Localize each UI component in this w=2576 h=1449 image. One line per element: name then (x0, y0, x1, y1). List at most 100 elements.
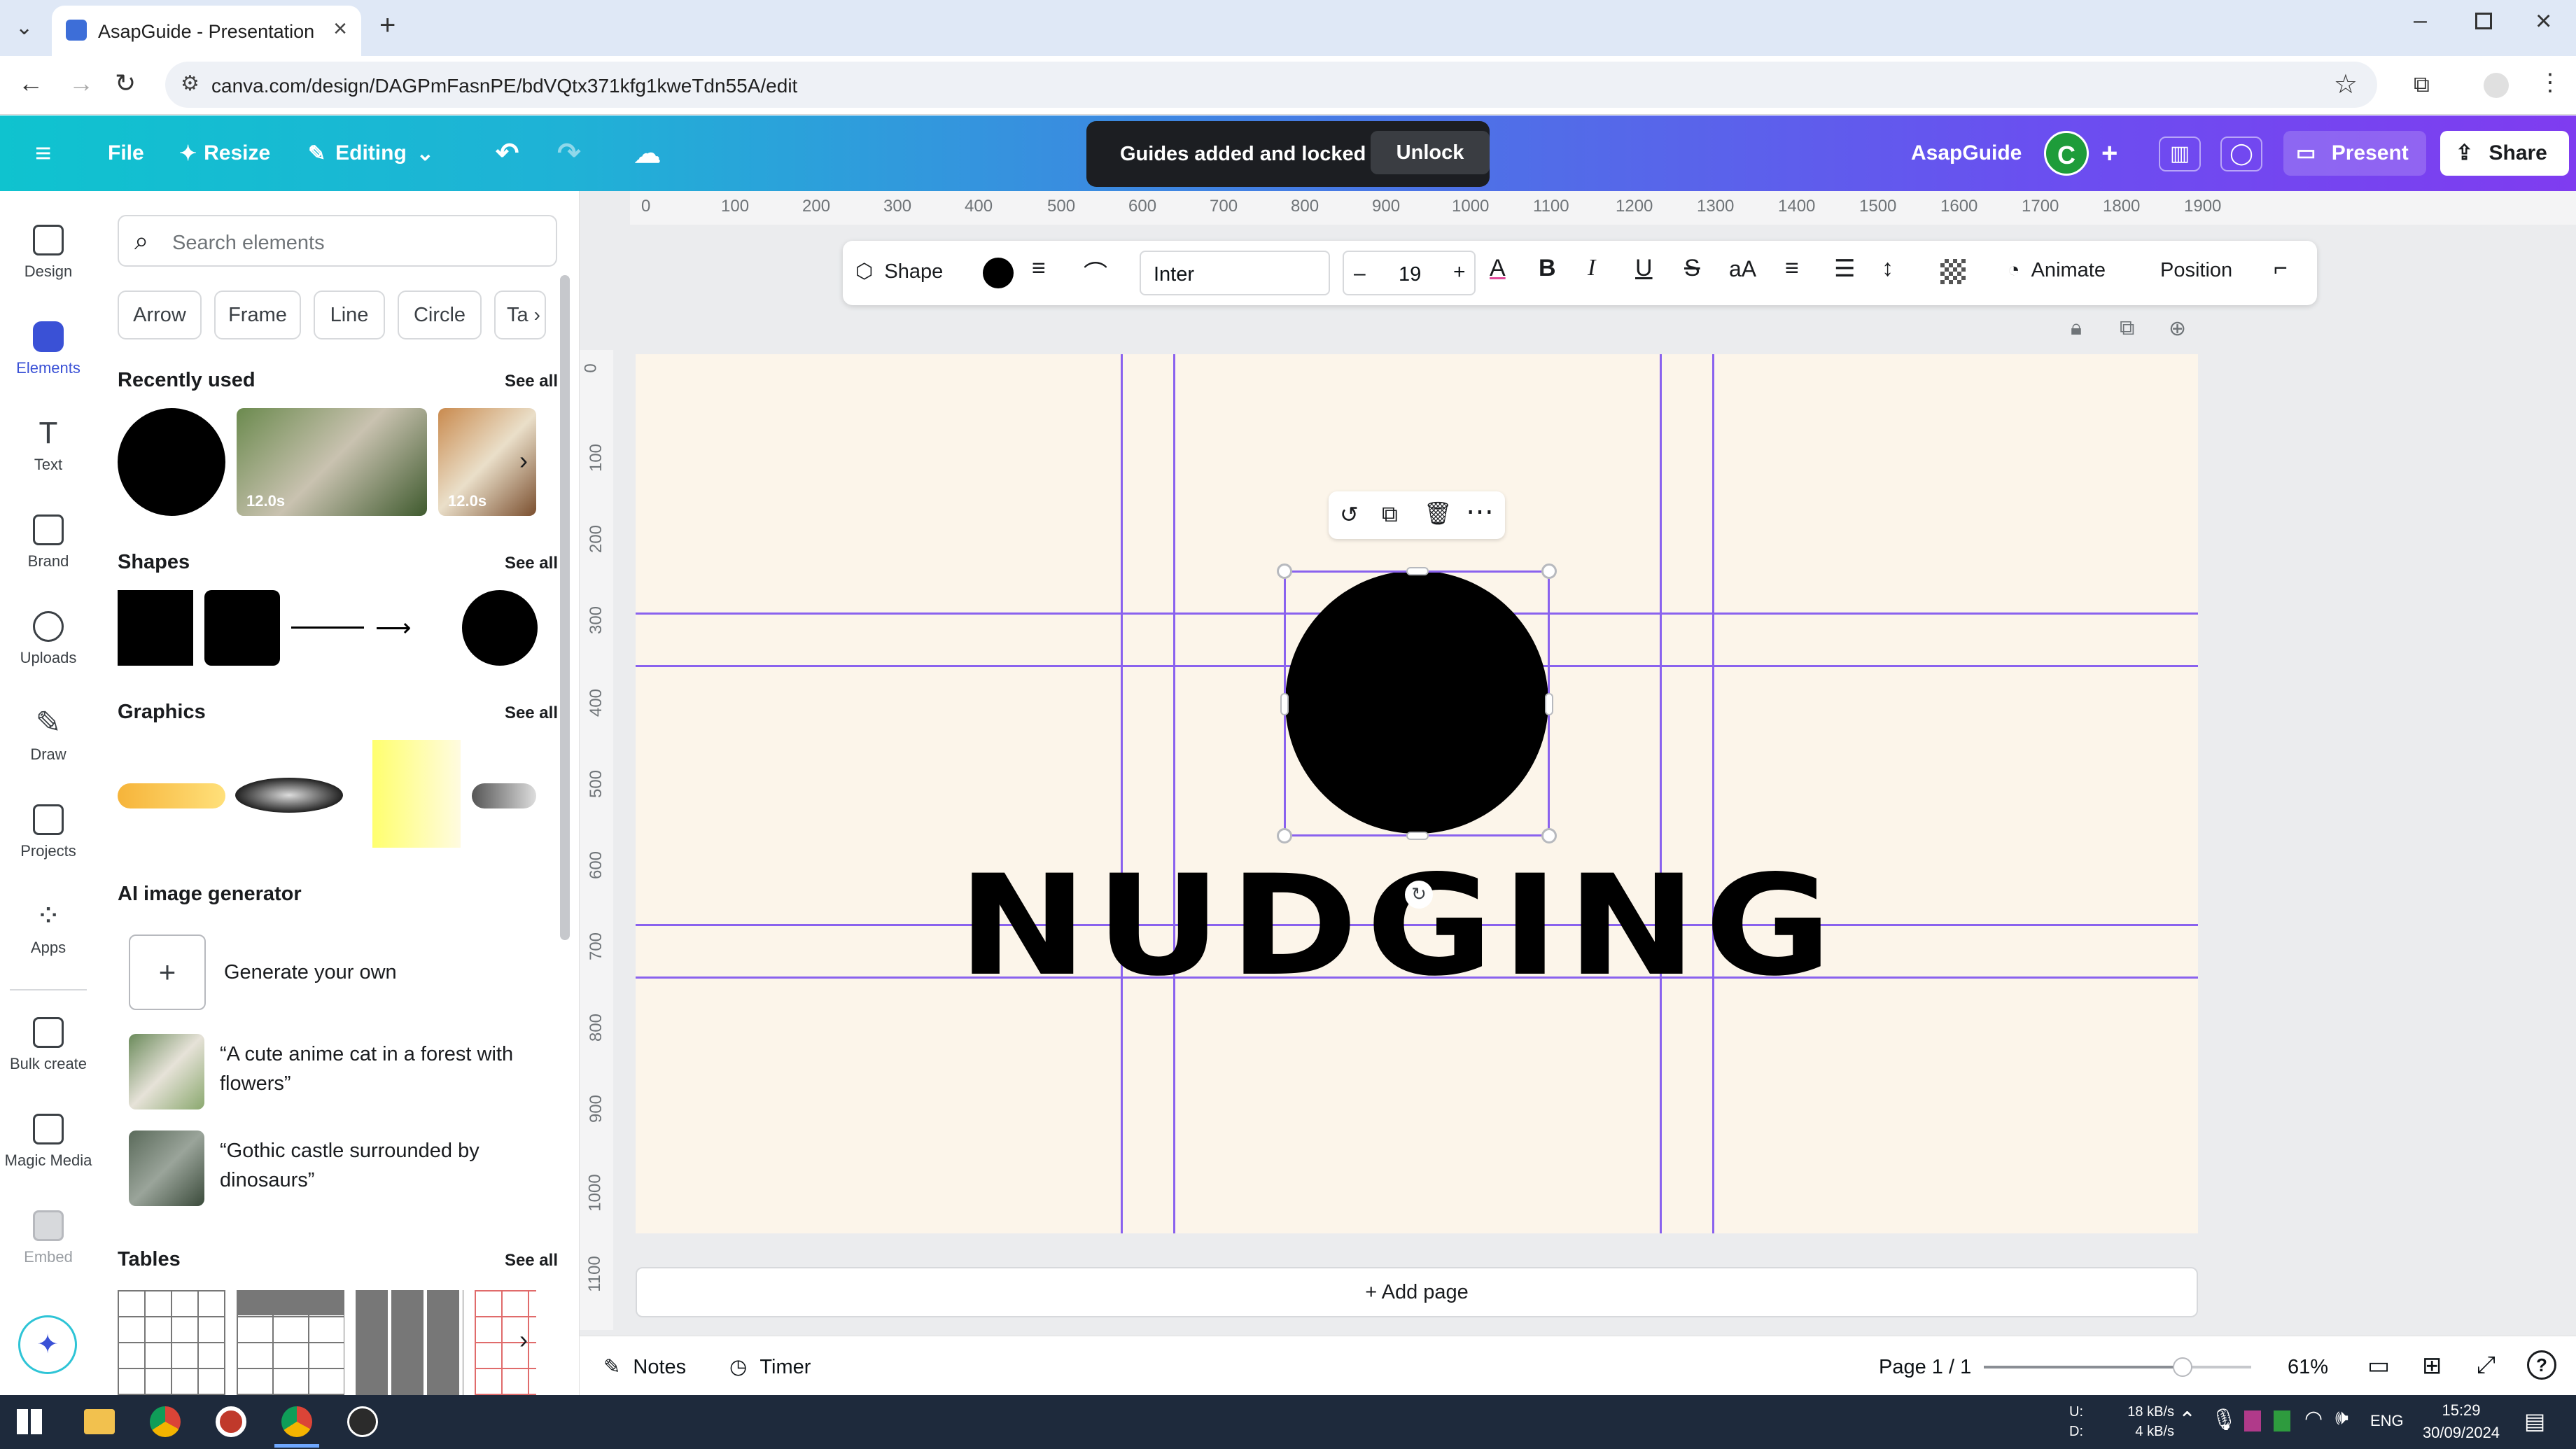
shape-menu-button[interactable]: ⬡ Shape (855, 259, 943, 284)
resize-handle[interactable] (1541, 828, 1557, 844)
file-menu-button[interactable]: File (108, 115, 144, 191)
browser-menu-icon[interactable]: ⋮ (2538, 69, 2562, 97)
fullscreen-icon[interactable]: ⤢ (2477, 1352, 2496, 1379)
bold-icon[interactable]: B (1539, 255, 1556, 282)
chip-circle[interactable]: Circle (398, 290, 482, 340)
table-thumbnail[interactable] (356, 1290, 463, 1395)
share-button[interactable]: ⇪ Share (2440, 131, 2569, 176)
rail-design[interactable]: Design (0, 225, 97, 281)
font-size-stepper[interactable]: – 19 + (1343, 251, 1476, 295)
zoom-slider-thumb[interactable] (2173, 1357, 2192, 1377)
back-icon[interactable]: ← (18, 69, 43, 98)
file-explorer-icon[interactable] (84, 1409, 115, 1434)
tray-chevron-icon[interactable]: ⌃ (2178, 1408, 2196, 1432)
notifications-icon[interactable]: ▤ (2524, 1408, 2545, 1434)
resize-handle[interactable] (1277, 564, 1292, 579)
generate-your-own-button[interactable]: + (129, 934, 206, 1010)
page-indicator[interactable]: Page 1 / 1 (1879, 1356, 1971, 1379)
chrome-active-icon[interactable] (281, 1406, 312, 1437)
extensions-icon[interactable]: ⧉ (2414, 71, 2430, 98)
font-size-decrease[interactable]: – (1354, 262, 1366, 286)
rail-embed[interactable]: Embed (0, 1210, 97, 1266)
insights-icon[interactable]: ▥ (2159, 136, 2201, 172)
rotate-handle-icon[interactable]: ↻ (1405, 881, 1433, 909)
rail-draw[interactable]: ✎ Draw (0, 708, 97, 764)
profile-avatar-icon[interactable] (2484, 73, 2509, 98)
rail-bulk-create[interactable]: Bulk create (0, 1017, 97, 1073)
restore-icon[interactable] (2475, 13, 2492, 29)
font-size-increase[interactable]: + (1453, 260, 1466, 284)
line-shape[interactable] (291, 626, 364, 629)
ai-prompt-1[interactable]: “A cute anime cat in a forest with flowe… (220, 1040, 528, 1098)
resize-handle[interactable] (1280, 693, 1289, 715)
close-tab-icon[interactable]: × (333, 15, 347, 43)
resize-button[interactable]: ✦ Resize (179, 115, 270, 191)
shapes-see-all[interactable]: See all (505, 554, 558, 573)
generate-your-own-label[interactable]: Generate your own (224, 961, 397, 984)
timer-button[interactable]: ◷ Timer (729, 1354, 811, 1379)
chrome-icon[interactable] (150, 1406, 181, 1437)
nudging-text[interactable]: NUDGING (958, 857, 1992, 995)
wifi-icon[interactable]: ◠ (2304, 1406, 2323, 1431)
rail-uploads[interactable]: Uploads (0, 611, 97, 667)
site-info-icon[interactable]: ⚙ (181, 71, 200, 96)
recorder-icon[interactable] (216, 1406, 246, 1437)
scroll-right-icon[interactable]: › (519, 1325, 528, 1354)
ai-prompt-cat-thumbnail[interactable] (129, 1034, 204, 1110)
clock[interactable]: 15:29 30/09/2024 (2416, 1399, 2506, 1444)
bookmark-star-icon[interactable]: ☆ (2334, 69, 2358, 100)
half-circle-shape[interactable] (462, 590, 538, 666)
chip-arrow[interactable]: Arrow (118, 290, 202, 340)
obs-icon[interactable] (347, 1406, 378, 1437)
editing-mode-button[interactable]: ✎ Editing ⌄ (308, 115, 434, 191)
graphic-yellow-bar[interactable] (118, 783, 225, 808)
browser-tab[interactable]: AsapGuide - Presentation × (52, 6, 361, 56)
rail-magic-media[interactable]: Magic Media (0, 1114, 97, 1170)
add-page-icon[interactable]: ⊕ (2169, 316, 2186, 341)
tables-see-all[interactable]: See all (505, 1251, 558, 1270)
cloud-save-icon[interactable]: ☁ (634, 115, 661, 191)
undo-icon[interactable]: ↶ (496, 115, 519, 191)
more-options-icon[interactable]: ⋯ (1466, 496, 1494, 528)
graphic-yellow-gradient[interactable] (372, 740, 461, 848)
chip-tables[interactable]: Ta › (494, 290, 546, 340)
tray-app-icon[interactable] (2274, 1410, 2290, 1432)
table-thumbnail[interactable] (118, 1290, 225, 1395)
table-thumbnail[interactable] (237, 1290, 344, 1395)
forward-icon[interactable]: → (69, 69, 94, 98)
recently-used-see-all[interactable]: See all (505, 372, 558, 391)
unlock-button[interactable]: Unlock (1371, 131, 1490, 174)
graphics-see-all[interactable]: See all (505, 704, 558, 723)
redo-icon[interactable]: ↷ (557, 115, 581, 191)
duplicate-page-icon[interactable]: ⧉ (2120, 316, 2134, 340)
font-family-dropdown[interactable]: Inter (1140, 251, 1330, 295)
invite-plus-icon[interactable]: + (2101, 115, 2118, 191)
letter-case-icon[interactable]: aA (1729, 256, 1756, 282)
search-elements-input[interactable]: ⌕ Search elements (118, 215, 557, 267)
page-view-icon[interactable]: ▭ (2367, 1352, 2390, 1380)
underline-icon[interactable]: U (1635, 255, 1653, 282)
resize-handle[interactable] (1406, 832, 1429, 840)
scroll-right-icon[interactable]: › (519, 446, 528, 475)
italic-icon[interactable]: I (1588, 255, 1595, 281)
tray-app-icon[interactable] (2244, 1410, 2261, 1432)
panel-scrollbar[interactable] (560, 275, 570, 940)
copy-style-icon[interactable]: ⌐ (2274, 255, 2288, 282)
windows-start-icon[interactable] (17, 1409, 42, 1434)
add-comment-icon[interactable]: ↺ (1340, 501, 1359, 528)
new-tab-icon[interactable]: + (379, 10, 396, 41)
recent-circle-shape[interactable] (118, 408, 225, 516)
graphic-disc[interactable] (235, 778, 343, 813)
resize-handle[interactable] (1545, 693, 1553, 715)
transparency-icon[interactable] (1940, 259, 1966, 284)
rail-text[interactable]: T Text (0, 418, 97, 474)
corner-rounding-icon[interactable]: ⌒ (1084, 255, 1107, 289)
align-center-icon[interactable]: ≡ (1785, 255, 1799, 282)
chip-line[interactable]: Line (314, 290, 385, 340)
rail-brand[interactable]: Brand (0, 514, 97, 570)
fill-color-swatch[interactable] (983, 258, 1014, 288)
add-page-button[interactable]: + Add page (636, 1267, 2198, 1317)
main-menu-icon[interactable]: ≡ (35, 115, 51, 191)
list-icon[interactable]: ☰ (1834, 255, 1855, 283)
ai-prompt-castle-thumbnail[interactable] (129, 1130, 204, 1206)
